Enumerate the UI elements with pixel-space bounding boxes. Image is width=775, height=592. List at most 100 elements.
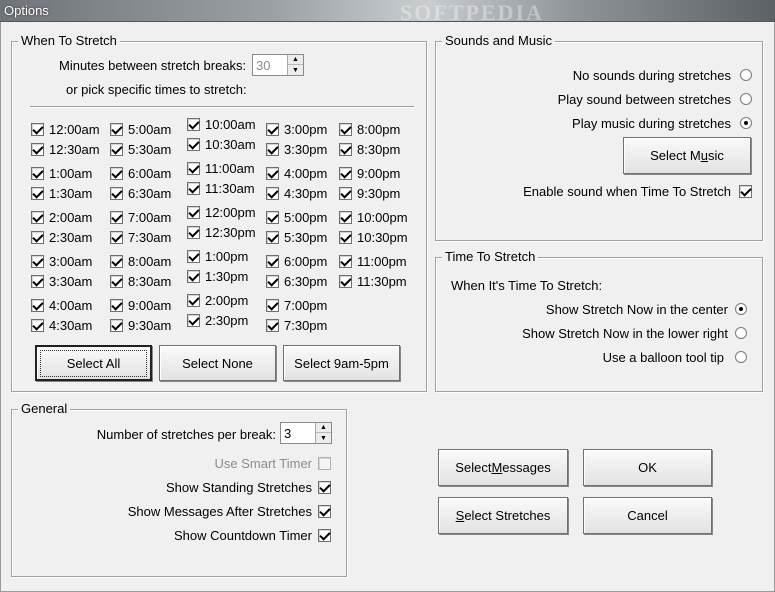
- time-checkbox[interactable]: [187, 314, 200, 327]
- time-checkbox[interactable]: [31, 143, 44, 156]
- time-label: 12:30pm: [205, 225, 256, 240]
- time-label: 3:00pm: [284, 122, 328, 137]
- time-label: 9:30pm: [357, 186, 401, 201]
- select-stretches-button[interactable]: Select Stretches: [438, 497, 568, 534]
- time-checkbox[interactable]: [266, 211, 279, 224]
- select-music-button[interactable]: Select Mu sic: [623, 137, 751, 174]
- stretches-per-break-spinner[interactable]: 3 ▲ ▼: [280, 422, 332, 444]
- time-checkbox[interactable]: [31, 167, 44, 180]
- time-checkbox[interactable]: [339, 143, 352, 156]
- time-label: 11:00am: [205, 161, 255, 176]
- time-checkbox[interactable]: [187, 118, 200, 131]
- time-label: 9:00am: [128, 298, 172, 313]
- messages-after-checkbox[interactable]: [318, 505, 331, 518]
- balloon-tip-radio[interactable]: [735, 351, 747, 363]
- time-checkbox[interactable]: [266, 275, 279, 288]
- spinner-arrows: ▲ ▼: [287, 55, 303, 75]
- minutes-spinner[interactable]: 30 ▲ ▼: [252, 54, 304, 76]
- enable-sound-checkbox[interactable]: [739, 185, 752, 198]
- time-checkbox[interactable]: [110, 211, 123, 224]
- time-checkbox[interactable]: [339, 275, 352, 288]
- time-checkbox[interactable]: [187, 138, 200, 151]
- time-checkbox[interactable]: [110, 143, 123, 156]
- show-center-radio[interactable]: [735, 303, 747, 315]
- time-checkbox[interactable]: [110, 187, 123, 200]
- time-checkbox[interactable]: [110, 123, 123, 136]
- time-checkbox[interactable]: [31, 123, 44, 136]
- time-checkbox[interactable]: [187, 226, 200, 239]
- spin-up-icon[interactable]: ▲: [316, 423, 331, 433]
- select-music-key: u: [700, 148, 708, 163]
- time-checkbox[interactable]: [31, 255, 44, 268]
- time-checkbox[interactable]: [266, 143, 279, 156]
- time-checkbox[interactable]: [110, 255, 123, 268]
- play-between-radio[interactable]: [740, 93, 752, 105]
- time-checkbox[interactable]: [110, 319, 123, 332]
- time-label: 12:00am: [49, 122, 100, 137]
- time-checkbox[interactable]: [339, 187, 352, 200]
- time-label: 6:00pm: [284, 254, 328, 269]
- time-checkbox[interactable]: [339, 167, 352, 180]
- select-messages-pre: Select: [455, 460, 492, 475]
- select-music-pre: Select M: [650, 148, 701, 163]
- select-music-post: sic: [707, 148, 724, 163]
- time-checkbox[interactable]: [339, 231, 352, 244]
- cancel-button[interactable]: Cancel: [583, 497, 712, 534]
- select-messages-post: essages: [502, 460, 551, 475]
- time-label: 6:30am: [128, 186, 172, 201]
- no-sounds-radio[interactable]: [740, 69, 752, 81]
- select-all-label: Select All: [39, 349, 148, 377]
- select-none-button[interactable]: Select None: [159, 345, 276, 381]
- show-lower-right-radio[interactable]: [735, 327, 747, 339]
- time-label: 9:30am: [128, 318, 172, 333]
- time-checkbox[interactable]: [31, 231, 44, 244]
- time-checkbox[interactable]: [187, 250, 200, 263]
- time-label: 8:30am: [128, 274, 172, 289]
- time-checkbox[interactable]: [31, 319, 44, 332]
- select-messages-button[interactable]: Select Messages: [438, 449, 568, 486]
- smart-timer-checkbox[interactable]: [318, 457, 331, 470]
- time-checkbox[interactable]: [110, 299, 123, 312]
- time-checkbox[interactable]: [187, 206, 200, 219]
- time-checkbox[interactable]: [31, 211, 44, 224]
- time-checkbox[interactable]: [187, 182, 200, 195]
- time-label: 4:30am: [49, 318, 93, 333]
- play-music-radio[interactable]: [740, 117, 752, 129]
- time-label: 10:00am: [205, 117, 256, 132]
- time-checkbox[interactable]: [266, 123, 279, 136]
- time-checkbox[interactable]: [187, 270, 200, 283]
- time-checkbox[interactable]: [339, 123, 352, 136]
- time-checkbox[interactable]: [110, 167, 123, 180]
- time-label: 9:00pm: [357, 166, 401, 181]
- title-bar[interactable]: Options SOFTPEDIA: [0, 0, 775, 25]
- smart-timer-label: Use Smart Timer: [214, 456, 312, 471]
- time-checkbox[interactable]: [339, 211, 352, 224]
- time-checkbox[interactable]: [187, 294, 200, 307]
- time-checkbox[interactable]: [266, 255, 279, 268]
- countdown-timer-checkbox[interactable]: [318, 529, 331, 542]
- time-label: 11:30am: [205, 181, 255, 196]
- spin-down-icon[interactable]: ▼: [288, 65, 303, 75]
- ok-button[interactable]: OK: [583, 449, 712, 486]
- time-checkbox[interactable]: [266, 319, 279, 332]
- time-checkbox[interactable]: [31, 187, 44, 200]
- time-checkbox[interactable]: [339, 255, 352, 268]
- time-label: 3:30am: [49, 274, 93, 289]
- minutes-label: Minutes between stretch breaks:: [59, 58, 247, 73]
- time-checkbox[interactable]: [31, 275, 44, 288]
- time-checkbox[interactable]: [266, 167, 279, 180]
- time-checkbox[interactable]: [266, 187, 279, 200]
- spin-down-icon[interactable]: ▼: [316, 433, 331, 443]
- time-label: 1:00pm: [205, 249, 249, 264]
- time-label: 4:30pm: [284, 186, 328, 201]
- spin-up-icon[interactable]: ▲: [288, 55, 303, 65]
- time-checkbox[interactable]: [266, 299, 279, 312]
- select-all-button[interactable]: Select All: [35, 345, 152, 381]
- select-9am-5pm-button[interactable]: Select 9am-5pm: [283, 345, 400, 381]
- time-checkbox[interactable]: [110, 275, 123, 288]
- time-checkbox[interactable]: [31, 299, 44, 312]
- time-checkbox[interactable]: [266, 231, 279, 244]
- time-checkbox[interactable]: [187, 162, 200, 175]
- standing-stretches-checkbox[interactable]: [318, 481, 331, 494]
- time-checkbox[interactable]: [110, 231, 123, 244]
